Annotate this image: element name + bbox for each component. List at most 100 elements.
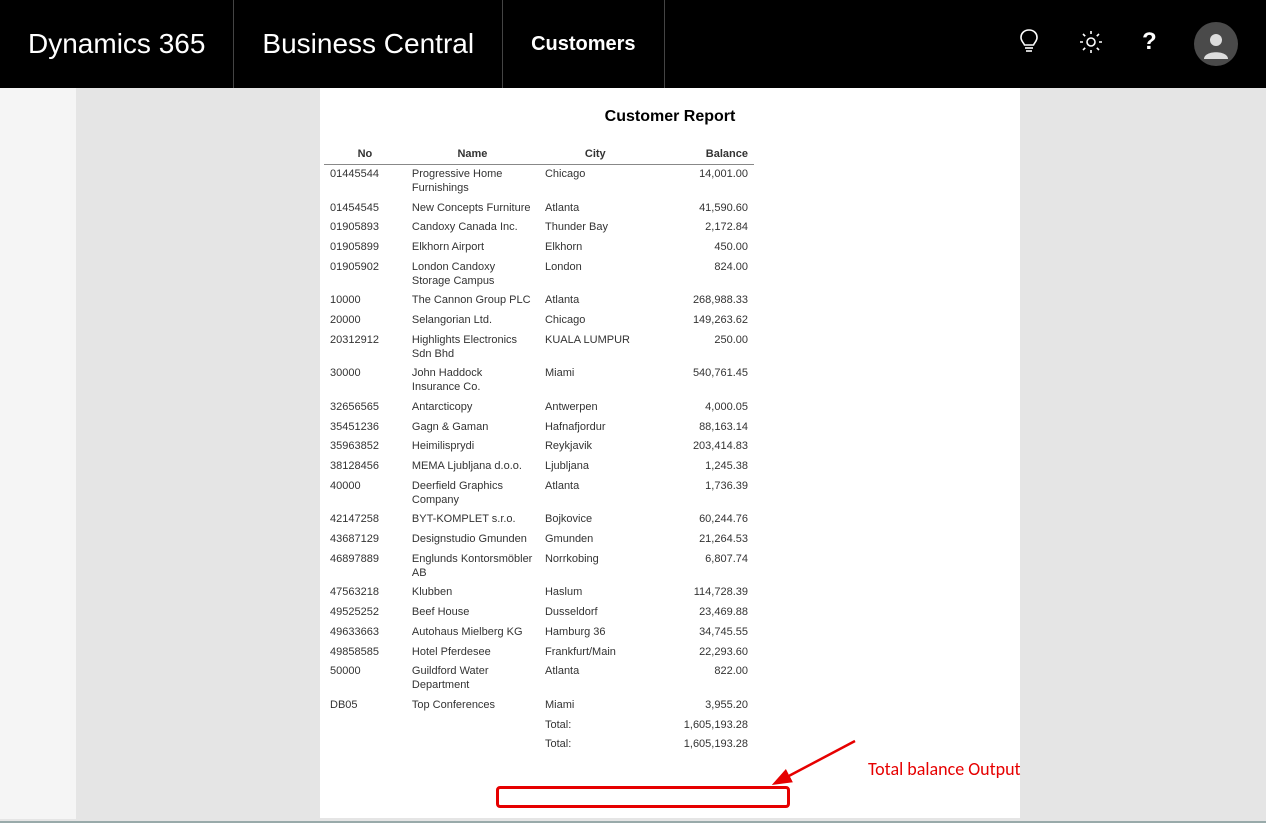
cell-city: Norrkobing [539,550,652,584]
lightbulb-icon[interactable] [1018,28,1040,61]
cell-balance: 22,293.60 [652,643,754,663]
cell-no: 01905902 [324,258,406,292]
cell-balance: 4,000.05 [652,398,754,418]
cell-no: 40000 [324,477,406,511]
cell-balance: 203,414.83 [652,437,754,457]
avatar[interactable] [1194,22,1238,66]
cell-no: 20000 [324,311,406,331]
table-row: 47563218KlubbenHaslum114,728.39 [324,583,754,603]
table-row: 40000Deerfield Graphics CompanyAtlanta1,… [324,477,754,511]
table-row: 43687129Designstudio GmundenGmunden21,26… [324,530,754,550]
report-document: Customer Report No Name City Balance 014… [320,88,1020,818]
table-row: 10000The Cannon Group PLCAtlanta268,988.… [324,291,754,311]
cell-name: The Cannon Group PLC [406,291,539,311]
cell-balance: 3,955.20 [652,696,754,716]
cell-city: Frankfurt/Main [539,643,652,663]
col-name: Name [406,144,539,165]
cell-no: 49633663 [324,623,406,643]
cell-no: 38128456 [324,457,406,477]
cell-balance: 824.00 [652,258,754,292]
table-row: 30000John Haddock Insurance Co.Miami540,… [324,364,754,398]
app-header: Dynamics 365 Business Central Customers … [0,0,1266,88]
cell-city: Haslum [539,583,652,603]
brand-app[interactable]: Business Central [234,0,503,88]
annotation-label: Total balance Output [868,758,1021,780]
cell-city: Reykjavik [539,437,652,457]
header-icons: ? [1018,22,1266,66]
gear-icon[interactable] [1078,29,1104,60]
help-icon[interactable]: ? [1142,29,1156,60]
cell-no: DB05 [324,696,406,716]
customer-report-table: No Name City Balance 01445544Progressive… [324,144,754,755]
cell-no: 01445544 [324,165,406,199]
cell-city: Ljubljana [539,457,652,477]
cell-city: Dusseldorf [539,603,652,623]
cell-balance: 23,469.88 [652,603,754,623]
cell-no: 32656565 [324,398,406,418]
svg-text:?: ? [1142,29,1156,55]
table-row: 32656565AntarcticopyAntwerpen4,000.05 [324,398,754,418]
cell-balance: 60,244.76 [652,510,754,530]
cell-no: 30000 [324,364,406,398]
cell-balance: 1,736.39 [652,477,754,511]
col-city: City [539,144,652,165]
cell-balance: 1,245.38 [652,457,754,477]
cell-no: 49858585 [324,643,406,663]
table-row: 49633663Autohaus Mielberg KGHamburg 3634… [324,623,754,643]
report-title: Customer Report [320,108,1020,126]
left-sidebar [0,88,76,819]
cell-city: Gmunden [539,530,652,550]
cell-name: Selangorian Ltd. [406,311,539,331]
table-row: 49525252Beef HouseDusseldorf23,469.88 [324,603,754,623]
cell-city: Miami [539,364,652,398]
page-area: Customer Report No Name City Balance 014… [0,88,1266,823]
table-row: 20312912Highlights Electronics Sdn BhdKU… [324,331,754,365]
cell-name: Deerfield Graphics Company [406,477,539,511]
cell-name: Beef House [406,603,539,623]
cell-city: KUALA LUMPUR [539,331,652,365]
cell-city: Chicago [539,165,652,199]
table-row: 01905899Elkhorn AirportElkhorn450.00 [324,238,754,258]
cell-name: Gagn & Gaman [406,418,539,438]
cell-no: 50000 [324,662,406,696]
cell-city: Atlanta [539,662,652,696]
cell-balance: 34,745.55 [652,623,754,643]
brand-dynamics[interactable]: Dynamics 365 [0,0,234,88]
page-title: Customers [503,0,664,88]
col-balance: Balance [652,144,754,165]
total-value: 1,605,193.28 [652,716,754,736]
cell-no: 35451236 [324,418,406,438]
table-row: 35963852HeimilisprydiReykjavik203,414.83 [324,437,754,457]
table-row: 38128456MEMA Ljubljana d.o.o.Ljubljana1,… [324,457,754,477]
cell-name: Designstudio Gmunden [406,530,539,550]
cell-name: Heimilisprydi [406,437,539,457]
cell-balance: 540,761.45 [652,364,754,398]
cell-balance: 88,163.14 [652,418,754,438]
cell-name: Autohaus Mielberg KG [406,623,539,643]
cell-no: 01454545 [324,199,406,219]
cell-no: 46897889 [324,550,406,584]
cell-balance: 250.00 [652,331,754,365]
cell-name: Elkhorn Airport [406,238,539,258]
cell-no: 47563218 [324,583,406,603]
cell-no: 20312912 [324,331,406,365]
cell-name: London Candoxy Storage Campus [406,258,539,292]
col-no: No [324,144,406,165]
cell-name: Klubben [406,583,539,603]
table-row: 01445544Progressive Home FurnishingsChic… [324,165,754,199]
cell-no: 35963852 [324,437,406,457]
total-row: Total:1,605,193.28 [324,716,754,736]
cell-name: Progressive Home Furnishings [406,165,539,199]
table-row: DB05Top ConferencesMiami3,955.20 [324,696,754,716]
table-row: 50000Guildford Water DepartmentAtlanta82… [324,662,754,696]
cell-name: New Concepts Furniture [406,199,539,219]
cell-balance: 2,172.84 [652,218,754,238]
table-header-row: No Name City Balance [324,144,754,165]
cell-balance: 114,728.39 [652,583,754,603]
table-row: 35451236Gagn & GamanHafnafjordur88,163.1… [324,418,754,438]
table-row: 42147258BYT-KOMPLET s.r.o.Bojkovice60,24… [324,510,754,530]
total-label: Total: [539,716,652,736]
cell-name: Guildford Water Department [406,662,539,696]
cell-city: Chicago [539,311,652,331]
cell-balance: 450.00 [652,238,754,258]
